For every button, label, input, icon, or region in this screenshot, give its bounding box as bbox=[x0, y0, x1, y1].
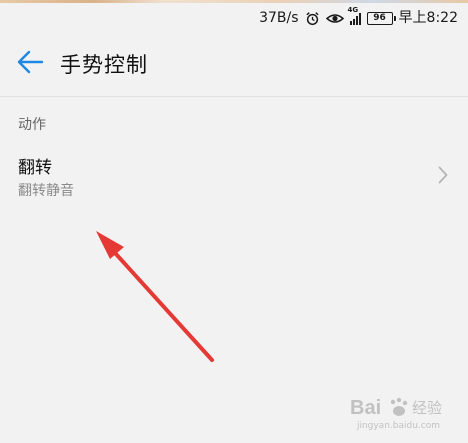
eye-icon bbox=[325, 12, 344, 25]
svg-text:Bai: Bai bbox=[350, 397, 381, 419]
arrow-left-icon bbox=[16, 50, 44, 78]
baidu-logo-icon: Bai bbox=[350, 397, 408, 419]
list-item-title: 翻转 bbox=[18, 158, 52, 178]
watermark-url: jingyan.baidu.com bbox=[356, 421, 440, 431]
app-bar: 手势控制 bbox=[0, 33, 468, 95]
chevron-right-icon bbox=[438, 166, 448, 188]
network-type: 4G bbox=[347, 5, 359, 14]
battery-level: 96 bbox=[373, 12, 386, 23]
signal-icon: 4G bbox=[348, 6, 361, 25]
battery-icon: 96 bbox=[366, 11, 396, 25]
alarm-icon bbox=[305, 11, 320, 26]
list-item-flip[interactable]: 翻转 翻转静音 bbox=[0, 140, 468, 206]
status-bar: 37B/s 4G 96 早上8:22 bbox=[0, 3, 468, 33]
section-header: 动作 bbox=[18, 117, 46, 133]
page-title: 手势控制 bbox=[60, 53, 148, 77]
network-speed: 37B/s bbox=[259, 10, 299, 26]
list-item-subtitle: 翻转静音 bbox=[18, 183, 74, 199]
divider bbox=[0, 96, 468, 97]
clock: 早上8:22 bbox=[398, 10, 458, 26]
back-button[interactable] bbox=[0, 33, 60, 95]
baidu-jingyan-watermark: Bai 经验 jingyan.baidu.com bbox=[350, 394, 442, 431]
